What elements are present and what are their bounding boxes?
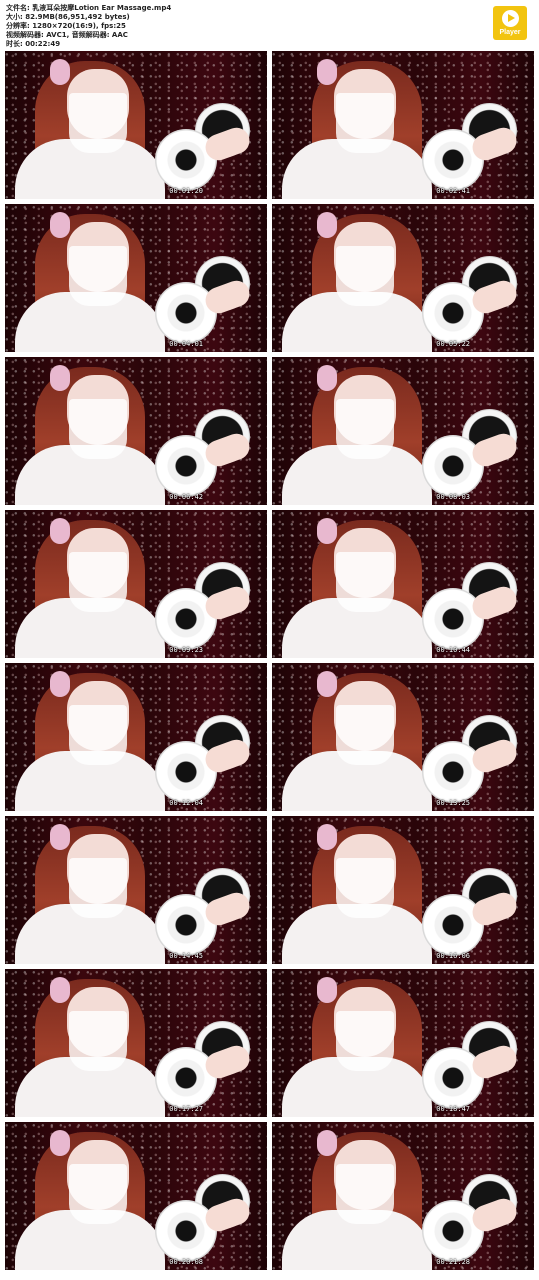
thumbnail-timestamp: 00:10:44 xyxy=(436,646,470,654)
duration-line: 时长: 00:22:49 xyxy=(6,40,61,48)
video-thumbnail[interactable]: 00:06:42 xyxy=(5,357,267,505)
face-mask xyxy=(336,93,394,153)
headphone-icon xyxy=(50,671,70,697)
video-thumbnail[interactable]: 00:08:03 xyxy=(272,357,534,505)
video-thumbnail[interactable]: 00:13:25 xyxy=(272,663,534,811)
video-thumbnail[interactable]: 00:09:23 xyxy=(5,510,267,658)
headphone-icon xyxy=(317,365,337,391)
face-mask xyxy=(69,93,127,153)
headphone-icon xyxy=(50,212,70,238)
video-thumbnail[interactable]: 00:21:28 xyxy=(272,1122,534,1270)
thumbnail-timestamp: 00:18:47 xyxy=(436,1105,470,1113)
thumbnail-timestamp: 00:02:41 xyxy=(436,187,470,195)
video-thumbnail[interactable]: 00:16:06 xyxy=(272,816,534,964)
thumbnail-timestamp: 00:08:03 xyxy=(436,493,470,501)
headphone-icon xyxy=(50,977,70,1003)
video-thumbnail[interactable]: 00:18:47 xyxy=(272,969,534,1117)
headphone-icon xyxy=(317,671,337,697)
thumbnail-timestamp: 00:12:04 xyxy=(169,799,203,807)
video-thumbnail[interactable]: 00:02:41 xyxy=(272,51,534,199)
face-mask xyxy=(336,246,394,306)
face-mask xyxy=(69,246,127,306)
file-size-line: 大小: 82.9MB(86,951,492 bytes) xyxy=(6,13,130,21)
headphone-icon xyxy=(50,365,70,391)
video-thumbnail[interactable]: 00:20:08 xyxy=(5,1122,267,1270)
thumbnail-timestamp: 00:05:22 xyxy=(436,340,470,348)
video-thumbnail[interactable]: 00:05:22 xyxy=(272,204,534,352)
video-thumbnail[interactable]: 00:12:04 xyxy=(5,663,267,811)
headphone-icon xyxy=(317,212,337,238)
headphone-icon xyxy=(317,1130,337,1156)
headphone-icon xyxy=(317,824,337,850)
face-mask xyxy=(69,399,127,459)
face-mask xyxy=(336,399,394,459)
headphone-icon xyxy=(317,518,337,544)
thumbnail-timestamp: 00:06:42 xyxy=(169,493,203,501)
thumbnail-timestamp: 00:17:27 xyxy=(169,1105,203,1113)
thumbnail-timestamp: 00:13:25 xyxy=(436,799,470,807)
headphone-icon xyxy=(50,59,70,85)
face-mask xyxy=(69,1164,127,1224)
face-mask xyxy=(336,1164,394,1224)
face-mask xyxy=(69,705,127,765)
thumbnail-timestamp: 00:21:28 xyxy=(436,1258,470,1266)
thumbnail-timestamp: 00:14:45 xyxy=(169,952,203,960)
face-mask xyxy=(336,705,394,765)
play-icon xyxy=(501,10,519,27)
thumbnail-grid: 00:01:20 00:02:41 00:04:01 00:05:22 00:06:42… xyxy=(5,51,534,1270)
player-logo-label: Player xyxy=(499,29,521,36)
info-header: 文件名: 乳液耳朵按摩Lotion Ear Massage.mp4 大小: 82… xyxy=(0,0,539,50)
face-mask xyxy=(69,1011,127,1071)
face-mask xyxy=(69,552,127,612)
face-mask xyxy=(336,858,394,918)
face-mask xyxy=(69,858,127,918)
resolution-line: 分辨率: 1280×720(16:9), fps:25 xyxy=(6,22,126,30)
face-mask xyxy=(336,552,394,612)
headphone-icon xyxy=(317,59,337,85)
video-thumbnail[interactable]: 00:14:45 xyxy=(5,816,267,964)
headphone-icon xyxy=(50,824,70,850)
thumbnail-timestamp: 00:01:20 xyxy=(169,187,203,195)
thumbnail-timestamp: 00:04:01 xyxy=(169,340,203,348)
codec-line: 视频解码器: AVC1, 音频解码器: AAC xyxy=(6,31,128,39)
video-thumbnail[interactable]: 00:04:01 xyxy=(5,204,267,352)
file-info: 文件名: 乳液耳朵按摩Lotion Ear Massage.mp4 大小: 82… xyxy=(6,4,171,49)
headphone-icon xyxy=(50,1130,70,1156)
thumbnail-timestamp: 00:16:06 xyxy=(436,952,470,960)
video-thumbnail[interactable]: 00:01:20 xyxy=(5,51,267,199)
headphone-icon xyxy=(50,518,70,544)
thumbnail-timestamp: 00:20:08 xyxy=(169,1258,203,1266)
thumbnail-timestamp: 00:09:23 xyxy=(169,646,203,654)
player-logo: Player xyxy=(493,6,527,40)
file-name-line: 文件名: 乳液耳朵按摩Lotion Ear Massage.mp4 xyxy=(6,4,172,12)
video-thumbnail[interactable]: 00:17:27 xyxy=(5,969,267,1117)
face-mask xyxy=(336,1011,394,1071)
video-thumbnail[interactable]: 00:10:44 xyxy=(272,510,534,658)
headphone-icon xyxy=(317,977,337,1003)
